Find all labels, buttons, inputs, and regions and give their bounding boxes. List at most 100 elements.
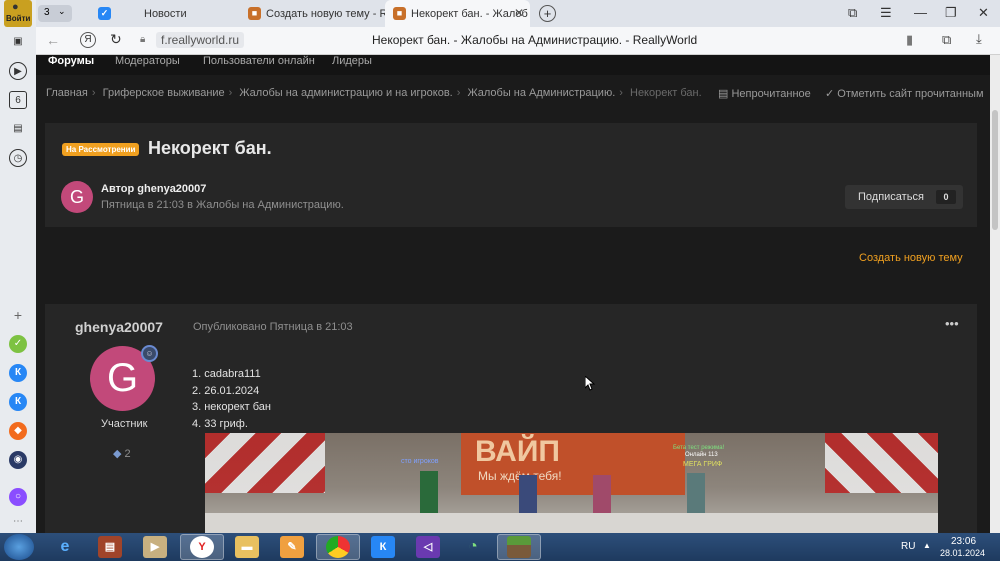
- history-icon[interactable]: ◷: [9, 149, 27, 167]
- wallet-icon[interactable]: ▤: [9, 120, 27, 138]
- games-icon[interactable]: ◆: [9, 422, 27, 440]
- vk-icon[interactable]: К: [9, 364, 27, 382]
- lock-icon: 🔒︎: [140, 34, 146, 45]
- clock-time[interactable]: 23:06: [951, 536, 976, 547]
- comment-icon: ◆: [113, 448, 122, 460]
- breadcrumb-current: Некорект бан.: [630, 87, 702, 99]
- tag-right-3: МЕГА ГРИФ: [683, 461, 723, 468]
- create-topic-button[interactable]: Создать новую тему: [859, 252, 963, 264]
- more-icon[interactable]: ⋯: [9, 513, 27, 531]
- breadcrumb-griefer[interactable]: Гриферское выживание: [103, 87, 225, 99]
- page-title: Некорект бан. - Жалобы на Администрацию.…: [372, 33, 698, 47]
- breadcrumb-complaints[interactable]: Жалобы на администрацию и на игроков.: [239, 87, 452, 99]
- site-icon: ■: [248, 7, 261, 20]
- tab-news[interactable]: ✓ Новости: [90, 0, 240, 27]
- nav-online[interactable]: Пользователи онлайн: [203, 55, 315, 67]
- status-badge: На Рассмотрении: [62, 143, 140, 156]
- post-line: 4. 33 гриф.: [192, 417, 248, 430]
- check-icon: ✓: [825, 88, 835, 100]
- author-avatar[interactable]: G: [61, 181, 93, 213]
- scrollbar-thumb[interactable]: [992, 110, 998, 230]
- close-window-icon[interactable]: ✕: [978, 5, 989, 21]
- post-username[interactable]: ghenya20007: [75, 319, 163, 335]
- tray-arrow-icon[interactable]: ▲: [923, 541, 931, 550]
- breadcrumb-home[interactable]: Главная: [46, 87, 88, 99]
- url-text[interactable]: f.reallyworld.ru: [156, 32, 245, 48]
- check-app-icon[interactable]: ✓: [9, 335, 27, 353]
- author-line[interactable]: Автор ghenya20007: [101, 183, 206, 195]
- user-icon: ●: [12, 1, 19, 13]
- play-icon[interactable]: ▶: [9, 62, 27, 80]
- clock-date[interactable]: 28.01.2024: [940, 548, 985, 558]
- taskbar: e ▤ ▶ Y ▬ ✎ К ◁ ◔ RU ▲ 23:06 28.01.2024: [0, 533, 1000, 561]
- yandex-icon[interactable]: Я: [80, 32, 96, 48]
- nav-forums[interactable]: Форумы: [48, 55, 94, 67]
- chrome-icon[interactable]: [326, 536, 350, 558]
- vk-icon[interactable]: К: [9, 393, 27, 411]
- six-icon[interactable]: 6: [9, 91, 27, 109]
- player-figure: [420, 471, 438, 517]
- reload-icon[interactable]: ↻: [110, 31, 122, 48]
- tab-current[interactable]: ■ Некорект бан. - Жалоб ✕: [385, 0, 530, 27]
- alice-icon[interactable]: ○: [9, 488, 27, 506]
- post-line: 3. некорект бан: [192, 401, 271, 413]
- rank-icon: ☺: [141, 345, 158, 362]
- topic-header: На Рассмотрении Некорект бан. G Автор gh…: [45, 123, 977, 227]
- unread-link[interactable]: ▤ Непрочитанное: [718, 87, 811, 100]
- close-tab-icon[interactable]: ✕: [514, 6, 524, 20]
- post-count: ◆ 2: [113, 448, 131, 460]
- mouse-cursor: [585, 376, 595, 391]
- site-nav: Форумы Модераторы Пользователи онлайн Ли…: [36, 55, 990, 75]
- add-icon[interactable]: +: [9, 306, 27, 324]
- minimize-icon[interactable]: —: [914, 5, 927, 20]
- download-icon[interactable]: ⤓: [976, 31, 982, 47]
- user-role: Участник: [101, 418, 148, 430]
- post-line: 1. cadabra111: [192, 368, 261, 380]
- vk-messenger-icon[interactable]: К: [371, 536, 395, 558]
- nav-leaders[interactable]: Лидеры: [332, 55, 372, 67]
- post-body: 1. cadabra111 2. 26.01.2024 3. некорект …: [192, 366, 271, 432]
- music-icon[interactable]: ◉: [9, 451, 27, 469]
- winrar-icon[interactable]: ▤: [98, 536, 122, 558]
- minecraft-icon[interactable]: [507, 536, 531, 558]
- subscribe-count: 0: [936, 190, 956, 204]
- yandex-browser-icon[interactable]: Y: [190, 536, 214, 558]
- breadcrumb-admin-complaints[interactable]: Жалобы на Администрацию.: [467, 87, 615, 99]
- stone-floor: [205, 513, 938, 533]
- unread-icon: ▤: [718, 88, 729, 100]
- launcher-icon[interactable]: ◔: [461, 536, 485, 558]
- ie-icon[interactable]: e: [53, 536, 77, 558]
- back-icon[interactable]: ←: [46, 32, 60, 48]
- explorer-icon[interactable]: ▬: [235, 536, 259, 558]
- subscribe-button[interactable]: Подписаться 0: [845, 185, 963, 209]
- collections-icon[interactable]: ⧉: [848, 5, 857, 21]
- new-tab-button[interactable]: +: [539, 5, 556, 22]
- post-image[interactable]: ВАЙП Мы ждём тебя! сто игроков Бета тест…: [205, 433, 938, 533]
- media-player-icon[interactable]: ▶: [143, 536, 167, 558]
- topic-title: Некорект бан.: [148, 138, 272, 158]
- menu-icon[interactable]: ☰: [880, 5, 892, 21]
- collections-icon[interactable]: ▣: [9, 33, 27, 51]
- breadcrumb: Главная › Гриферское выживание › Жалобы на…: [46, 87, 702, 99]
- tag-left: сто игроков: [401, 458, 439, 465]
- red-banner-left: [205, 433, 325, 493]
- nav-moderators[interactable]: Модераторы: [115, 55, 180, 67]
- browser-tab-bar: 3 ⌄ ✓ Новости ■ Создать новую тему - Rea…: [0, 0, 1000, 27]
- address-bar: ← Я ↻ 🔒︎ f.reallyworld.ru Некорект бан. …: [36, 27, 1000, 55]
- profile-avatar[interactable]: ● Войти: [4, 0, 32, 27]
- post-options-icon[interactable]: •••: [945, 316, 959, 331]
- red-banner-right: [825, 433, 938, 493]
- start-button[interactable]: [4, 534, 34, 560]
- bookmark-icon[interactable]: ▮: [906, 32, 913, 48]
- language-indicator[interactable]: RU: [901, 541, 915, 552]
- post-published: Опубликовано Пятница в 21:03: [193, 321, 353, 333]
- visual-studio-icon[interactable]: ◁: [416, 536, 440, 558]
- tab-create-topic[interactable]: ■ Создать новую тему - Rea: [240, 0, 385, 27]
- restore-icon[interactable]: ❐: [945, 5, 957, 21]
- paint-icon[interactable]: ✎: [280, 536, 304, 558]
- forum-page: Форумы Модераторы Пользователи онлайн Ли…: [36, 55, 990, 533]
- topic-meta: Пятница в 21:03 в Жалобы на Администраци…: [101, 199, 344, 211]
- tab-counter[interactable]: 3 ⌄: [38, 5, 72, 22]
- extensions-icon[interactable]: ⧉: [942, 32, 951, 48]
- mark-read-link[interactable]: ✓ Отметить сайт прочитанным: [825, 87, 984, 100]
